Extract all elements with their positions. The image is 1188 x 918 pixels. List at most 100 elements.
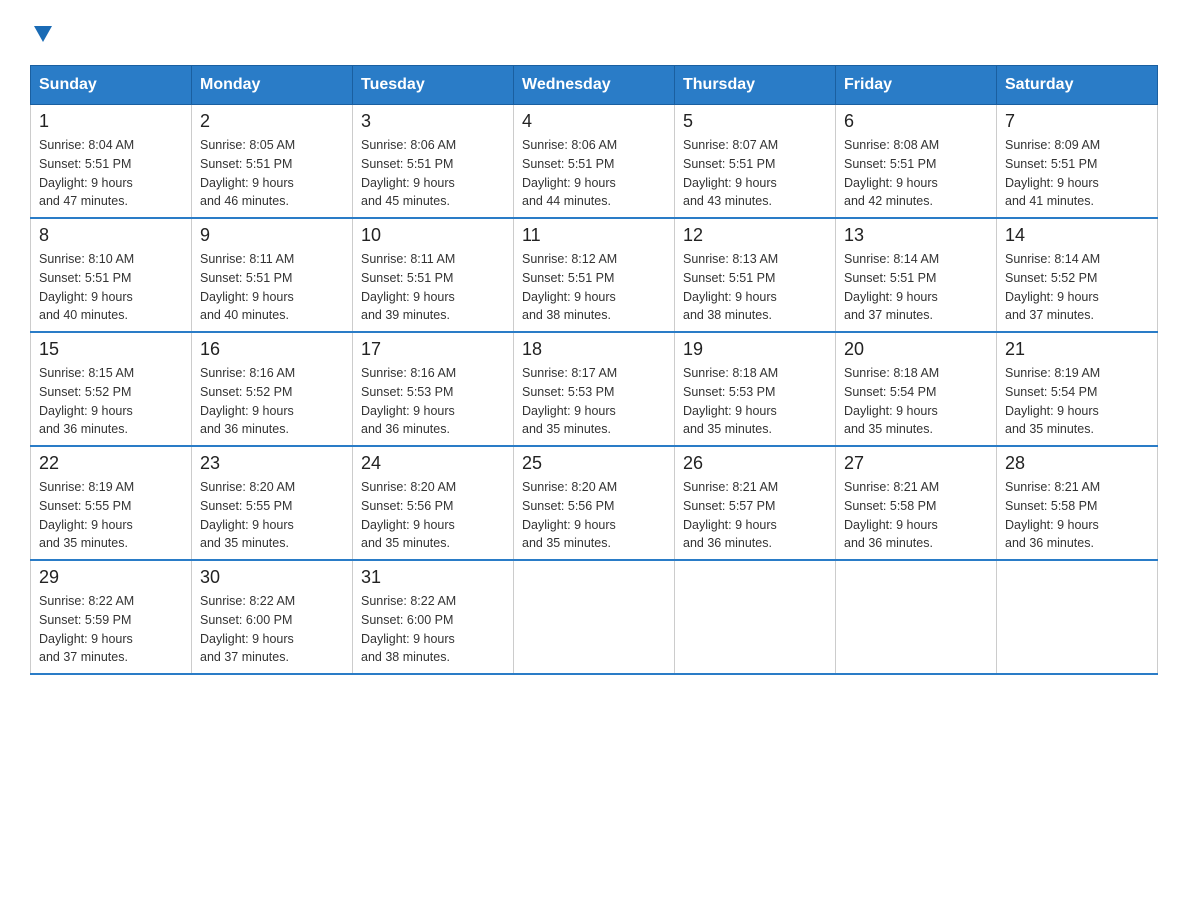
- daylight-minutes: and 42 minutes.: [844, 194, 933, 208]
- daylight-minutes: and 37 minutes.: [1005, 308, 1094, 322]
- sunset-label: Sunset: 5:51 PM: [39, 271, 131, 285]
- sunset-label: Sunset: 5:56 PM: [361, 499, 453, 513]
- daylight-minutes: and 47 minutes.: [39, 194, 128, 208]
- day-info: Sunrise: 8:10 AM Sunset: 5:51 PM Dayligh…: [39, 250, 183, 325]
- daylight-label: Daylight: 9 hours: [522, 176, 616, 190]
- calendar-week-row: 8 Sunrise: 8:10 AM Sunset: 5:51 PM Dayli…: [31, 218, 1158, 332]
- daylight-minutes: and 41 minutes.: [1005, 194, 1094, 208]
- daylight-minutes: and 35 minutes.: [200, 536, 289, 550]
- calendar-cell: 12 Sunrise: 8:13 AM Sunset: 5:51 PM Dayl…: [675, 218, 836, 332]
- calendar-cell: 17 Sunrise: 8:16 AM Sunset: 5:53 PM Dayl…: [353, 332, 514, 446]
- day-number: 29: [39, 567, 183, 588]
- day-number: 30: [200, 567, 344, 588]
- weekday-header-tuesday: Tuesday: [353, 66, 514, 105]
- day-info: Sunrise: 8:21 AM Sunset: 5:57 PM Dayligh…: [683, 478, 827, 553]
- day-info: Sunrise: 8:22 AM Sunset: 6:00 PM Dayligh…: [361, 592, 505, 667]
- daylight-label: Daylight: 9 hours: [844, 176, 938, 190]
- day-number: 14: [1005, 225, 1149, 246]
- logo: [30, 20, 52, 47]
- calendar-week-row: 29 Sunrise: 8:22 AM Sunset: 5:59 PM Dayl…: [31, 560, 1158, 674]
- sunrise-label: Sunrise: 8:18 AM: [683, 366, 778, 380]
- sunrise-label: Sunrise: 8:08 AM: [844, 138, 939, 152]
- sunset-label: Sunset: 5:54 PM: [1005, 385, 1097, 399]
- daylight-label: Daylight: 9 hours: [1005, 176, 1099, 190]
- sunset-label: Sunset: 5:55 PM: [39, 499, 131, 513]
- sunrise-label: Sunrise: 8:20 AM: [522, 480, 617, 494]
- day-info: Sunrise: 8:19 AM Sunset: 5:54 PM Dayligh…: [1005, 364, 1149, 439]
- sunrise-label: Sunrise: 8:05 AM: [200, 138, 295, 152]
- daylight-minutes: and 40 minutes.: [39, 308, 128, 322]
- day-number: 12: [683, 225, 827, 246]
- day-info: Sunrise: 8:08 AM Sunset: 5:51 PM Dayligh…: [844, 136, 988, 211]
- daylight-label: Daylight: 9 hours: [39, 176, 133, 190]
- calendar-week-row: 1 Sunrise: 8:04 AM Sunset: 5:51 PM Dayli…: [31, 105, 1158, 219]
- sunset-label: Sunset: 5:51 PM: [522, 271, 614, 285]
- day-number: 21: [1005, 339, 1149, 360]
- day-info: Sunrise: 8:09 AM Sunset: 5:51 PM Dayligh…: [1005, 136, 1149, 211]
- sunrise-label: Sunrise: 8:20 AM: [200, 480, 295, 494]
- sunset-label: Sunset: 5:51 PM: [200, 271, 292, 285]
- sunrise-label: Sunrise: 8:21 AM: [1005, 480, 1100, 494]
- calendar-cell: 8 Sunrise: 8:10 AM Sunset: 5:51 PM Dayli…: [31, 218, 192, 332]
- day-info: Sunrise: 8:22 AM Sunset: 6:00 PM Dayligh…: [200, 592, 344, 667]
- day-number: 11: [522, 225, 666, 246]
- daylight-label: Daylight: 9 hours: [522, 518, 616, 532]
- sunset-label: Sunset: 5:51 PM: [39, 157, 131, 171]
- calendar-header: SundayMondayTuesdayWednesdayThursdayFrid…: [31, 66, 1158, 105]
- daylight-minutes: and 35 minutes.: [39, 536, 128, 550]
- daylight-minutes: and 37 minutes.: [200, 650, 289, 664]
- sunset-label: Sunset: 5:57 PM: [683, 499, 775, 513]
- day-number: 22: [39, 453, 183, 474]
- day-info: Sunrise: 8:13 AM Sunset: 5:51 PM Dayligh…: [683, 250, 827, 325]
- sunrise-label: Sunrise: 8:16 AM: [361, 366, 456, 380]
- calendar-body: 1 Sunrise: 8:04 AM Sunset: 5:51 PM Dayli…: [31, 105, 1158, 675]
- sunrise-label: Sunrise: 8:07 AM: [683, 138, 778, 152]
- calendar-cell: 31 Sunrise: 8:22 AM Sunset: 6:00 PM Dayl…: [353, 560, 514, 674]
- daylight-minutes: and 37 minutes.: [39, 650, 128, 664]
- daylight-label: Daylight: 9 hours: [39, 632, 133, 646]
- sunset-label: Sunset: 5:54 PM: [844, 385, 936, 399]
- day-info: Sunrise: 8:19 AM Sunset: 5:55 PM Dayligh…: [39, 478, 183, 553]
- daylight-label: Daylight: 9 hours: [683, 290, 777, 304]
- daylight-minutes: and 35 minutes.: [361, 536, 450, 550]
- daylight-label: Daylight: 9 hours: [39, 404, 133, 418]
- sunset-label: Sunset: 5:53 PM: [361, 385, 453, 399]
- day-info: Sunrise: 8:20 AM Sunset: 5:55 PM Dayligh…: [200, 478, 344, 553]
- daylight-minutes: and 35 minutes.: [522, 536, 611, 550]
- daylight-label: Daylight: 9 hours: [200, 176, 294, 190]
- sunrise-label: Sunrise: 8:06 AM: [361, 138, 456, 152]
- calendar-cell: 26 Sunrise: 8:21 AM Sunset: 5:57 PM Dayl…: [675, 446, 836, 560]
- day-number: 25: [522, 453, 666, 474]
- day-number: 7: [1005, 111, 1149, 132]
- sunset-label: Sunset: 5:51 PM: [844, 157, 936, 171]
- calendar-cell: [997, 560, 1158, 674]
- day-number: 31: [361, 567, 505, 588]
- day-info: Sunrise: 8:05 AM Sunset: 5:51 PM Dayligh…: [200, 136, 344, 211]
- day-number: 5: [683, 111, 827, 132]
- daylight-label: Daylight: 9 hours: [1005, 290, 1099, 304]
- calendar-cell: 27 Sunrise: 8:21 AM Sunset: 5:58 PM Dayl…: [836, 446, 997, 560]
- calendar-cell: 6 Sunrise: 8:08 AM Sunset: 5:51 PM Dayli…: [836, 105, 997, 219]
- day-number: 9: [200, 225, 344, 246]
- daylight-minutes: and 36 minutes.: [361, 422, 450, 436]
- calendar-cell: 7 Sunrise: 8:09 AM Sunset: 5:51 PM Dayli…: [997, 105, 1158, 219]
- daylight-label: Daylight: 9 hours: [200, 404, 294, 418]
- day-number: 24: [361, 453, 505, 474]
- sunset-label: Sunset: 5:55 PM: [200, 499, 292, 513]
- day-info: Sunrise: 8:14 AM Sunset: 5:52 PM Dayligh…: [1005, 250, 1149, 325]
- calendar-week-row: 22 Sunrise: 8:19 AM Sunset: 5:55 PM Dayl…: [31, 446, 1158, 560]
- sunset-label: Sunset: 5:58 PM: [1005, 499, 1097, 513]
- sunrise-label: Sunrise: 8:12 AM: [522, 252, 617, 266]
- logo-triangle-icon: [34, 26, 52, 47]
- daylight-minutes: and 36 minutes.: [1005, 536, 1094, 550]
- calendar-cell: [675, 560, 836, 674]
- daylight-minutes: and 36 minutes.: [844, 536, 933, 550]
- day-info: Sunrise: 8:14 AM Sunset: 5:51 PM Dayligh…: [844, 250, 988, 325]
- daylight-label: Daylight: 9 hours: [39, 518, 133, 532]
- sunset-label: Sunset: 5:56 PM: [522, 499, 614, 513]
- sunset-label: Sunset: 5:53 PM: [683, 385, 775, 399]
- daylight-label: Daylight: 9 hours: [361, 176, 455, 190]
- day-info: Sunrise: 8:18 AM Sunset: 5:54 PM Dayligh…: [844, 364, 988, 439]
- day-info: Sunrise: 8:21 AM Sunset: 5:58 PM Dayligh…: [1005, 478, 1149, 553]
- sunset-label: Sunset: 5:51 PM: [361, 271, 453, 285]
